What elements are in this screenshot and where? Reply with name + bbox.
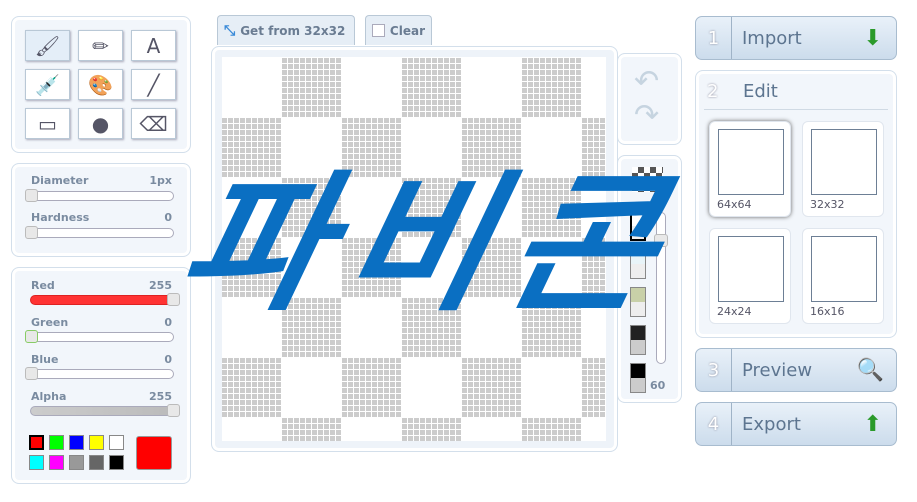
- edit-step-number: 2: [707, 81, 719, 102]
- thumbnail-preview: [811, 129, 877, 195]
- resize-icon: ⤡: [224, 22, 236, 39]
- fill-tool[interactable]: 🎨: [78, 69, 123, 100]
- diameter-label: Diameter: [31, 174, 89, 187]
- blue-value: 0: [164, 353, 172, 366]
- background-swatch[interactable]: [630, 363, 646, 393]
- import-label: Import: [742, 27, 802, 49]
- color-swatch[interactable]: [89, 435, 104, 450]
- color-swatch[interactable]: [49, 435, 64, 450]
- size-label: 16x16: [810, 305, 845, 318]
- eraser-icon: ⌫: [139, 111, 168, 136]
- clear-button[interactable]: Clear: [365, 15, 432, 45]
- get-from-label: Get from 32x32: [240, 23, 346, 38]
- color-swatch[interactable]: [49, 455, 64, 470]
- hardness-value: 0: [164, 211, 172, 224]
- size-label: 64x64: [717, 198, 752, 211]
- green-slider[interactable]: [30, 332, 174, 342]
- alpha-slider[interactable]: [30, 406, 174, 416]
- preview-button[interactable]: 3 Preview 🔍: [695, 348, 897, 392]
- clear-label: Clear: [389, 23, 425, 38]
- red-value: 255: [149, 279, 172, 292]
- size-label: 32x32: [810, 198, 845, 211]
- clear-icon: [372, 24, 385, 37]
- import-button[interactable]: 1 Import ⬇: [695, 16, 897, 60]
- red-label: Red: [31, 279, 55, 292]
- color-swatch[interactable]: [109, 455, 124, 470]
- eyedropper-tool[interactable]: 💉: [25, 69, 70, 100]
- history-panel: ↶ ↷: [617, 53, 682, 145]
- thumbnail-preview: [718, 236, 784, 302]
- diameter-slider-handle[interactable]: [25, 189, 38, 202]
- rectangle-tool[interactable]: ▭: [25, 108, 70, 139]
- alpha-value: 255: [149, 390, 172, 403]
- preview-label: Preview: [742, 359, 813, 381]
- color-panel: Red 255 Green 0 Blue 0 Alpha 255: [11, 267, 191, 484]
- ellipse-tool[interactable]: ●: [78, 108, 123, 139]
- size-thumbnail-16x16[interactable]: 16x16: [802, 228, 884, 324]
- edit-panel: 2 Edit 64x64 32x32 24x24 16x16: [695, 70, 897, 338]
- green-slider-handle[interactable]: [25, 330, 38, 343]
- line-icon: ╱: [147, 72, 160, 97]
- magnifier-icon: 🔍: [856, 357, 884, 383]
- blue-slider-handle[interactable]: [25, 367, 38, 380]
- get-from-32-button[interactable]: ⤡ Get from 32x32: [217, 15, 355, 45]
- export-label: Export: [742, 413, 801, 435]
- undo-icon[interactable]: ↶: [634, 64, 659, 99]
- preview-step-number: 3: [696, 349, 732, 391]
- ellipse-icon: ●: [91, 111, 110, 136]
- color-swatch[interactable]: [69, 435, 84, 450]
- redo-icon[interactable]: ↷: [634, 98, 659, 133]
- size-thumbnail-32x32[interactable]: 32x32: [802, 121, 884, 217]
- color-swatch[interactable]: [109, 435, 124, 450]
- color-swatch[interactable]: [69, 455, 84, 470]
- thumbnail-preview: [811, 236, 877, 302]
- eraser-tool[interactable]: ⌫: [131, 108, 176, 139]
- opacity-value: 60: [650, 379, 666, 392]
- alpha-label: Alpha: [31, 390, 67, 403]
- thumbnail-preview: [718, 129, 784, 195]
- text-icon: A: [146, 33, 161, 58]
- watermark-text: 파비콘: [164, 158, 694, 332]
- brush-panel: Diameter 1px Hardness 0: [11, 163, 191, 257]
- import-icon: ⬇: [863, 25, 882, 51]
- color-swatch[interactable]: [29, 435, 44, 450]
- brush-tool[interactable]: 🖌: [25, 30, 70, 61]
- text-tool[interactable]: A: [131, 30, 176, 61]
- line-tool[interactable]: ╱: [131, 69, 176, 100]
- green-label: Green: [31, 316, 69, 329]
- fill-icon: 🎨: [88, 72, 113, 97]
- pencil-icon: ✏: [92, 33, 109, 58]
- hardness-label: Hardness: [31, 211, 90, 224]
- alpha-slider-handle[interactable]: [167, 404, 180, 417]
- red-slider[interactable]: [30, 295, 174, 305]
- diameter-value: 1px: [149, 174, 172, 187]
- divider: [704, 109, 888, 110]
- color-swatch[interactable]: [89, 455, 104, 470]
- brush-icon: 🖌: [34, 33, 61, 58]
- color-swatch[interactable]: [29, 455, 44, 470]
- current-color[interactable]: [136, 436, 172, 470]
- tools-panel: 🖌 ✏ A 💉 🎨 ╱ ▭ ● ⌫: [11, 16, 191, 153]
- size-thumbnail-64x64[interactable]: 64x64: [709, 121, 791, 217]
- export-step-number: 4: [696, 403, 732, 445]
- diameter-slider[interactable]: [30, 191, 174, 201]
- hardness-slider-handle[interactable]: [25, 226, 38, 239]
- blue-label: Blue: [31, 353, 59, 366]
- export-button[interactable]: 4 Export ⬆: [695, 402, 897, 446]
- hardness-slider[interactable]: [30, 228, 174, 238]
- size-label: 24x24: [717, 305, 752, 318]
- edit-label: Edit: [743, 81, 778, 102]
- size-thumbnail-24x24[interactable]: 24x24: [709, 228, 791, 324]
- blue-slider[interactable]: [30, 369, 174, 379]
- eyedropper-icon: 💉: [35, 72, 60, 97]
- rectangle-icon: ▭: [38, 111, 57, 136]
- pencil-tool[interactable]: ✏: [78, 30, 123, 61]
- export-icon: ⬆: [863, 411, 882, 437]
- import-step-number: 1: [696, 17, 732, 59]
